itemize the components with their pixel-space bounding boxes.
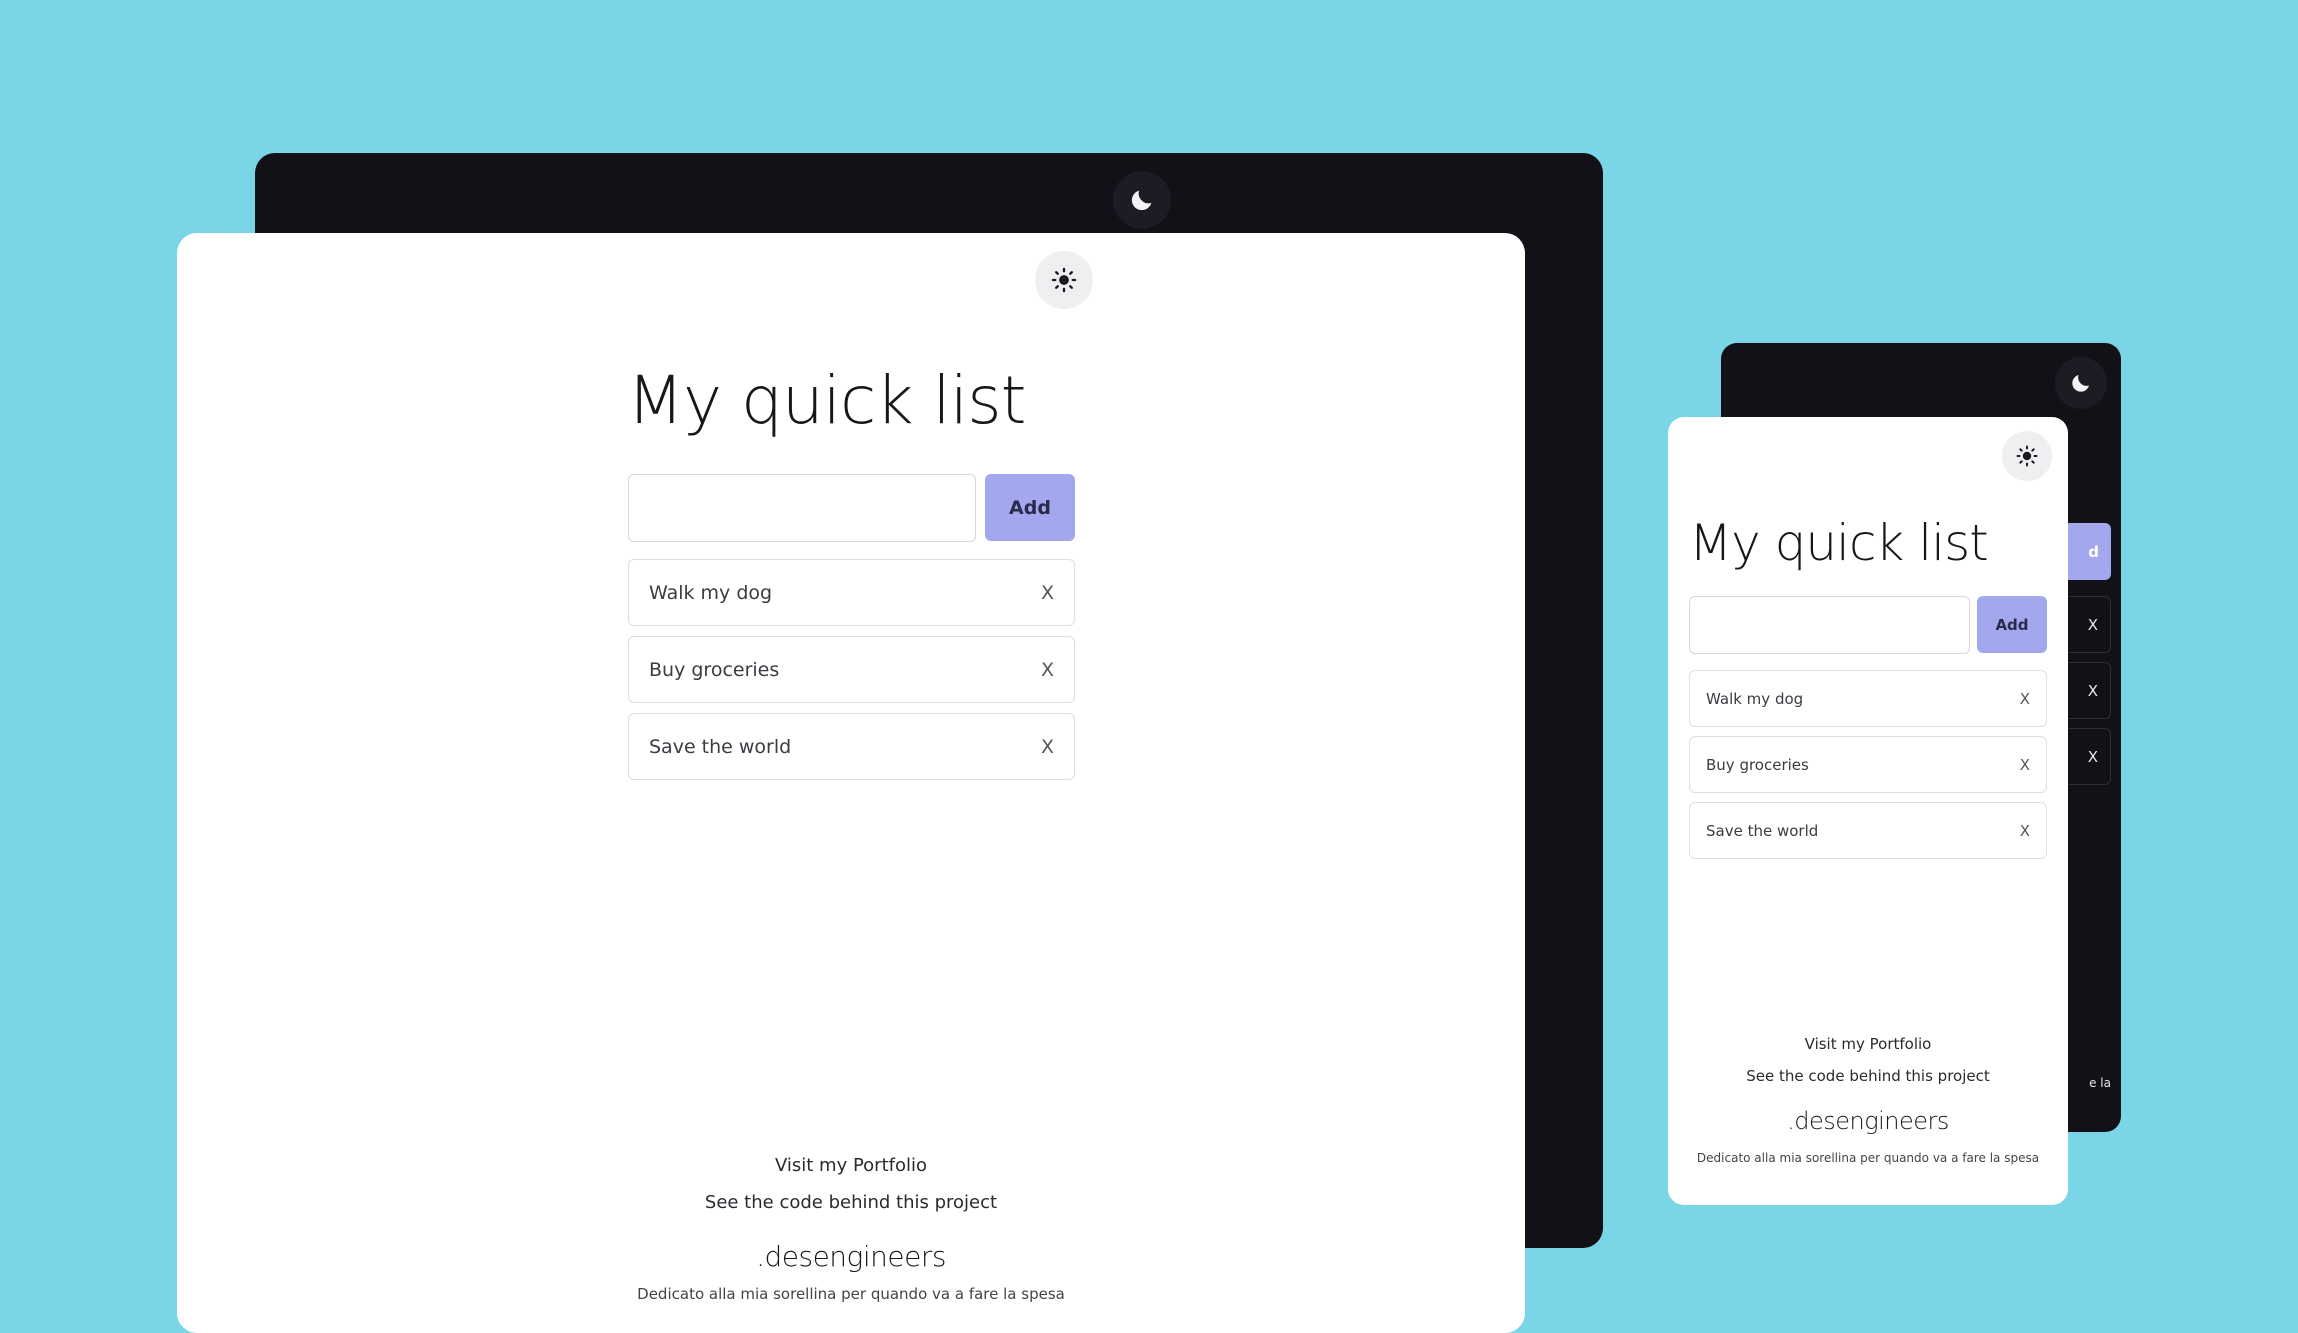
list-item: Save the world X: [628, 713, 1075, 780]
brand-logo: .desengineers: [756, 1240, 946, 1273]
theme-toggle-light-mobile[interactable]: [2002, 431, 2052, 481]
portfolio-link-mobile[interactable]: Visit my Portfolio: [1668, 1035, 2068, 1053]
theme-toggle-dark[interactable]: [1113, 171, 1171, 229]
theme-toggle-dark-mobile[interactable]: [2055, 357, 2107, 409]
list-item-label: Walk my dog: [1706, 689, 1804, 708]
moon-icon: [1131, 190, 1152, 211]
mobile-light-window: My quick list Add Walk my dog X Buy groc…: [1668, 417, 2068, 1205]
new-item-input[interactable]: [628, 474, 976, 542]
remove-item-button[interactable]: X: [2020, 756, 2030, 774]
add-button[interactable]: Add: [985, 474, 1075, 541]
page-title: My quick list: [627, 362, 1026, 439]
brand-logo-mobile: .desengineers: [1787, 1107, 1949, 1135]
remove-item-button[interactable]: X: [1041, 659, 1054, 681]
list-item-label: Walk my dog: [649, 581, 773, 604]
remove-item-button[interactable]: X: [2020, 690, 2030, 708]
list-item: Walk my dog X: [1689, 670, 2047, 727]
dedication-text-mobile: Dedicato alla mia sorellina per quando v…: [1696, 1151, 2040, 1165]
list-item: Buy groceries X: [1689, 736, 2047, 793]
theme-toggle-light[interactable]: [1035, 251, 1093, 309]
sun-icon: [2016, 445, 2038, 467]
desktop-light-window: My quick list Add Walk my dog X Buy groc…: [177, 233, 1525, 1333]
dedication-text: Dedicato alla mia sorellina per quando v…: [637, 1285, 1065, 1303]
list-item-label: Buy groceries: [1706, 755, 1809, 774]
remove-item-button[interactable]: X: [2020, 822, 2030, 840]
new-item-input-mobile[interactable]: [1689, 596, 1970, 654]
remove-item-button[interactable]: X: [1041, 736, 1054, 758]
moon-icon: [2072, 375, 2089, 392]
list-item-label: Save the world: [1706, 821, 1819, 840]
dedication-text-dark: e la: [2089, 1076, 2111, 1090]
list-item: Walk my dog X: [628, 559, 1075, 626]
list-item-label: Buy groceries: [649, 658, 780, 681]
list-item: Buy groceries X: [628, 636, 1075, 703]
page-title-mobile: My quick list: [1689, 514, 1989, 572]
list-item: Save the world X: [1689, 802, 2047, 859]
sun-icon: [1051, 267, 1077, 293]
list-item-label: Save the world: [649, 735, 792, 758]
add-button-mobile[interactable]: Add: [1977, 596, 2047, 653]
remove-item-button[interactable]: X: [1041, 582, 1054, 604]
portfolio-link[interactable]: Visit my Portfolio: [177, 1155, 1525, 1176]
source-code-link-mobile[interactable]: See the code behind this project: [1668, 1067, 2068, 1085]
source-code-link[interactable]: See the code behind this project: [177, 1192, 1525, 1213]
